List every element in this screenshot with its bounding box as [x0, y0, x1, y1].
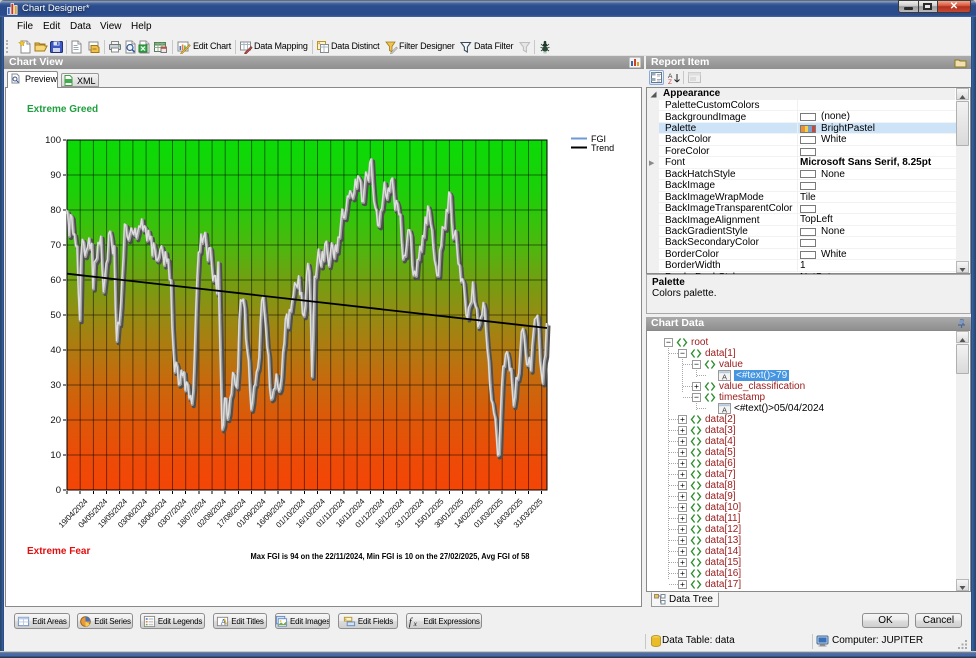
svg-text:Extreme Fear: Extreme Fear: [27, 546, 90, 557]
svg-text:Extreme Greed: Extreme Greed: [27, 104, 98, 115]
svg-text:80: 80: [50, 205, 61, 216]
svg-text:A: A: [722, 373, 727, 382]
svg-text:20: 20: [50, 415, 61, 426]
svg-text:90: 90: [50, 170, 61, 181]
svg-text:0: 0: [56, 485, 61, 496]
svg-text:Trend: Trend: [591, 143, 614, 153]
svg-text:x: x: [413, 619, 418, 628]
svg-text:60: 60: [50, 275, 61, 286]
svg-text:Max FGI is 94 on the 22/11/202: Max FGI is 94 on the 22/11/2024, Min FGI…: [251, 551, 530, 561]
svg-text:40: 40: [50, 345, 61, 356]
svg-text:A: A: [722, 406, 727, 415]
svg-text:50: 50: [50, 310, 61, 321]
svg-text:30: 30: [50, 380, 61, 391]
svg-text:10: 10: [50, 450, 61, 461]
svg-text:70: 70: [50, 240, 61, 251]
svg-text:100: 100: [45, 135, 61, 146]
svg-text:Z: Z: [668, 79, 672, 84]
